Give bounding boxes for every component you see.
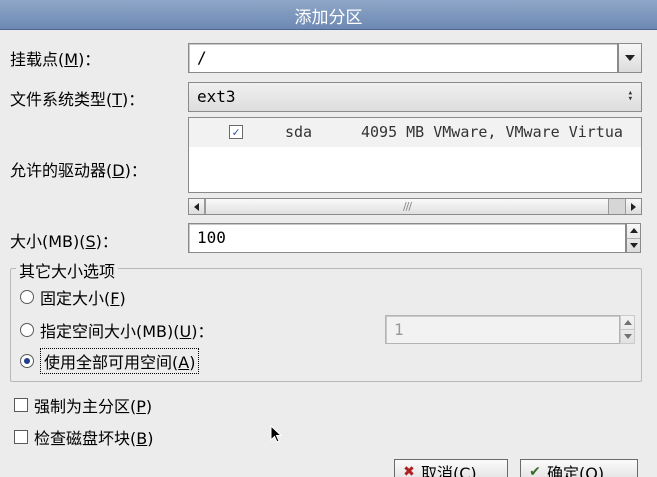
mount-point-label: 挂载点(M)： [10,50,101,69]
chevron-down-icon [625,55,635,61]
drive-description: 4095 MB VMware, VMware Virtua [361,123,623,141]
force-primary-option[interactable]: 强制为主分区(P) [14,393,152,417]
fs-type-label: 文件系统类型(T)： [10,90,145,109]
fill-all-label: 使用全部可用空间(A) [40,348,200,374]
force-primary-checkbox[interactable] [14,398,28,412]
fixed-size-label: 固定大小(F) [40,289,126,308]
drive-checkbox[interactable]: ✓ [229,125,243,139]
fill-to-size-radio[interactable] [20,323,34,337]
fill-all-option[interactable]: 使用全部可用空间(A) [20,348,200,374]
arrow-up-icon [623,320,632,325]
drive-name: sda [285,123,313,141]
fixed-size-option[interactable]: 固定大小(F) [20,285,126,309]
other-size-options-legend: 其它大小选项 [16,258,119,282]
arrow-right-icon [631,202,636,211]
ok-button[interactable]: ✔ 确定(O) [520,459,638,477]
fs-type-select[interactable]: ext3 ▴ ▾ [188,82,642,112]
drive-list-hscrollbar[interactable]: /// [188,198,642,215]
scroll-right-button[interactable] [625,199,641,214]
check-icon: ✓ [232,125,240,139]
spin-down-button[interactable] [627,237,640,253]
size-spinner[interactable] [626,223,641,253]
title-bar: 添加分区 [0,0,657,30]
radio-selected-icon [24,358,30,364]
mount-point-input[interactable]: / [188,43,618,73]
fill-to-size-spinner[interactable] [620,315,635,344]
cancel-x-icon: ✖ [403,464,415,477]
drives-label: 允许的驱动器(D)： [10,161,147,180]
size-input[interactable]: 100 [188,223,626,253]
fill-all-radio[interactable] [20,354,34,368]
scroll-thumb[interactable]: /// [205,199,609,214]
arrow-down-icon [623,334,632,339]
arrow-down-icon [629,242,638,248]
spin-down-button[interactable] [621,329,634,343]
bad-blocks-label: 检查磁盘坏块(B) [34,429,154,448]
scroll-left-button[interactable] [189,199,205,214]
cancel-label: 取消(C) [421,464,477,477]
fixed-size-radio[interactable] [20,290,34,304]
arrow-left-icon [194,202,199,211]
size-label: 大小(MB)(S)： [10,232,118,251]
ok-label: 确定(O) [547,464,605,477]
bad-blocks-option[interactable]: 检查磁盘坏块(B) [14,425,153,449]
spin-up-button[interactable] [621,316,634,329]
mouse-cursor-icon [270,425,282,443]
ok-check-icon: ✔ [529,464,541,477]
updown-icon: ▴ ▾ [627,88,633,104]
mount-point-dropdown-button[interactable] [618,43,642,73]
fill-to-size-input[interactable]: 1 [385,315,620,344]
grip-icon: /// [402,200,412,213]
drive-list[interactable]: ✓ sda 4095 MB VMware, VMware Virtua [188,117,642,193]
dialog-title: 添加分区 [294,8,363,28]
fs-type-value: ext3 [197,87,236,106]
bad-blocks-checkbox[interactable] [14,430,28,444]
spin-up-button[interactable] [627,224,640,238]
force-primary-label: 强制为主分区(P) [34,397,153,416]
cancel-button[interactable]: ✖ 取消(C) [394,459,508,477]
fill-to-size-label: 指定空间大小(MB)(U)： [40,322,214,341]
fill-to-size-option[interactable]: 指定空间大小(MB)(U)： [20,318,213,342]
drive-row[interactable]: ✓ sda 4095 MB VMware, VMware Virtua [189,118,641,147]
arrow-up-icon [629,228,638,234]
